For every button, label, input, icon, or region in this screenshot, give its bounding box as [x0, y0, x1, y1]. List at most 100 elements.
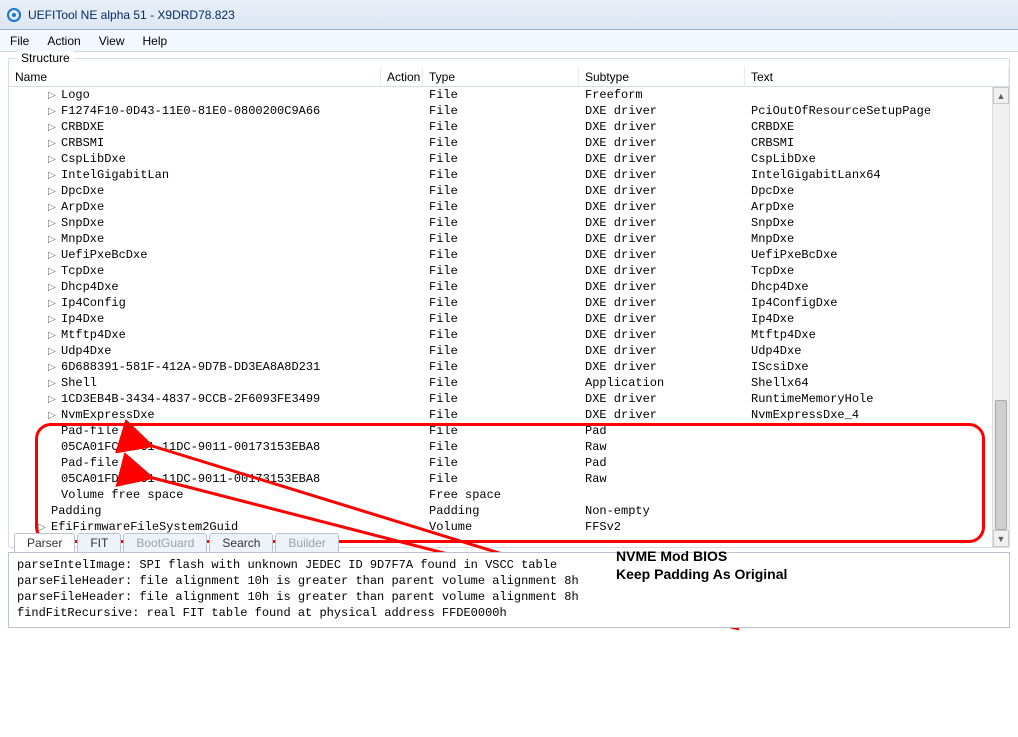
expand-icon[interactable]: ▷	[47, 186, 57, 197]
row-text: CspLibDxe	[745, 152, 1009, 166]
table-row[interactable]: ▷Mtftp4DxeFileDXE driverMtftp4Dxe	[9, 327, 1009, 343]
table-row[interactable]: ▷SnpDxeFileDXE driverSnpDxe	[9, 215, 1009, 231]
row-text: Ip4Dxe	[745, 312, 1009, 326]
expand-icon[interactable]: ▷	[47, 122, 57, 133]
row-subtype: DXE driver	[579, 360, 745, 374]
expand-icon[interactable]: ▷	[47, 410, 57, 421]
table-row[interactable]: ▷UefiPxeBcDxeFileDXE driverUefiPxeBcDxe	[9, 247, 1009, 263]
tab-bootguard[interactable]: BootGuard	[123, 533, 207, 552]
col-action[interactable]: Action	[381, 67, 423, 86]
col-type[interactable]: Type	[423, 67, 579, 86]
expand-icon[interactable]: ▷	[47, 250, 57, 261]
table-row[interactable]: ▷IntelGigabitLanFileDXE driverIntelGigab…	[9, 167, 1009, 183]
table-row[interactable]: ▷CRBDXEFileDXE driverCRBDXE	[9, 119, 1009, 135]
row-type: File	[423, 312, 579, 326]
row-subtype: DXE driver	[579, 152, 745, 166]
row-name: Logo	[61, 88, 90, 102]
expand-icon[interactable]: ▷	[47, 282, 57, 293]
expand-icon[interactable]: ▷	[47, 138, 57, 149]
row-name: CRBSMI	[61, 136, 104, 150]
row-name: 05CA01FC-0FC1-11DC-9011-00173153EBA8	[61, 440, 320, 454]
expand-icon[interactable]: ▷	[47, 106, 57, 117]
row-name: Pad-file	[61, 456, 119, 470]
expand-icon[interactable]: ▷	[47, 362, 57, 373]
menu-file[interactable]: File	[10, 34, 29, 48]
vertical-scrollbar[interactable]: ▲ ▼	[992, 87, 1009, 547]
table-row[interactable]: ▷Udp4DxeFileDXE driverUdp4Dxe	[9, 343, 1009, 359]
col-name[interactable]: Name	[9, 67, 381, 86]
table-row[interactable]: ▷F1274F10-0D43-11E0-81E0-0800200C9A66Fil…	[9, 103, 1009, 119]
expand-icon[interactable]: ▷	[47, 346, 57, 357]
table-row[interactable]: ▷Ip4ConfigFileDXE driverIp4ConfigDxe	[9, 295, 1009, 311]
bottom-tabs: Parser FIT BootGuard Search Builder	[8, 530, 1010, 552]
table-row[interactable]: ▷TcpDxeFileDXE driverTcpDxe	[9, 263, 1009, 279]
table-row[interactable]: ▷Ip4DxeFileDXE driverIp4Dxe	[9, 311, 1009, 327]
expand-icon[interactable]: ▷	[47, 314, 57, 325]
table-row[interactable]: ▷MnpDxeFileDXE driverMnpDxe	[9, 231, 1009, 247]
row-name: Dhcp4Dxe	[61, 280, 119, 294]
table-row[interactable]: Pad-fileFilePad	[9, 423, 1009, 439]
expand-icon[interactable]: ▷	[47, 218, 57, 229]
table-row[interactable]: 05CA01FC-0FC1-11DC-9011-00173153EBA8File…	[9, 439, 1009, 455]
structure-panel: Structure Name Action Type Subtype Text …	[0, 52, 1018, 548]
table-row[interactable]: PaddingPaddingNon-empty	[9, 503, 1009, 519]
menu-view[interactable]: View	[99, 34, 125, 48]
table-row[interactable]: ▷CspLibDxeFileDXE driverCspLibDxe	[9, 151, 1009, 167]
expand-icon[interactable]: ▷	[47, 170, 57, 181]
expand-icon[interactable]: ▷	[47, 330, 57, 341]
menu-action[interactable]: Action	[47, 34, 80, 48]
expand-icon[interactable]: ▷	[47, 154, 57, 165]
row-type: File	[423, 168, 579, 182]
row-name: CRBDXE	[61, 120, 104, 134]
row-subtype: Freeform	[579, 88, 745, 102]
menu-help[interactable]: Help	[143, 34, 168, 48]
row-name: NvmExpressDxe	[61, 408, 155, 422]
table-row[interactable]: ▷NvmExpressDxeFileDXE driverNvmExpressDx…	[9, 407, 1009, 423]
tab-builder[interactable]: Builder	[275, 533, 338, 552]
table-row[interactable]: ▷DpcDxeFileDXE driverDpcDxe	[9, 183, 1009, 199]
row-subtype: DXE driver	[579, 216, 745, 230]
row-name: 6D688391-581F-412A-9D7B-DD3EA8A8D231	[61, 360, 320, 374]
window-title: UEFITool NE alpha 51 - X9DRD78.823	[28, 8, 235, 22]
tab-fit[interactable]: FIT	[77, 533, 121, 552]
row-subtype: DXE driver	[579, 120, 745, 134]
expand-icon[interactable]: ▷	[47, 266, 57, 277]
row-text: SnpDxe	[745, 216, 1009, 230]
parser-line: parseIntelImage: SPI flash with unknown …	[17, 557, 1001, 573]
row-type: File	[423, 456, 579, 470]
expand-icon[interactable]: ▷	[47, 202, 57, 213]
tab-parser[interactable]: Parser	[14, 533, 75, 552]
table-row[interactable]: ▷ArpDxeFileDXE driverArpDxe	[9, 199, 1009, 215]
col-subtype[interactable]: Subtype	[579, 67, 745, 86]
table-row[interactable]: Pad-fileFilePad	[9, 455, 1009, 471]
row-name: UefiPxeBcDxe	[61, 248, 147, 262]
table-row[interactable]: ▷LogoFileFreeform	[9, 87, 1009, 103]
row-subtype: DXE driver	[579, 408, 745, 422]
row-name: Volume free space	[61, 488, 183, 502]
col-text[interactable]: Text	[745, 67, 1009, 86]
scroll-up-button[interactable]: ▲	[993, 87, 1009, 104]
parser-output[interactable]: parseIntelImage: SPI flash with unknown …	[8, 552, 1010, 628]
table-row[interactable]: 05CA01FD-0FC1-11DC-9011-00173153EBA8File…	[9, 471, 1009, 487]
row-subtype: DXE driver	[579, 200, 745, 214]
expand-icon[interactable]: ▷	[47, 90, 57, 101]
table-body[interactable]: ▷ Logo File Freeform▷F1274F10-0D43-11E0-81E…	[9, 87, 1009, 535]
expand-icon[interactable]: ▷	[47, 234, 57, 245]
row-type: File	[423, 472, 579, 486]
table-row[interactable]: ▷CRBSMIFileDXE driverCRBSMI	[9, 135, 1009, 151]
scroll-track[interactable]	[993, 104, 1009, 530]
row-type: File	[423, 120, 579, 134]
structure-label: Structure	[17, 51, 74, 65]
scroll-thumb[interactable]	[995, 400, 1007, 530]
table-row[interactable]: ▷1CD3EB4B-3434-4837-9CCB-2F6093FE3499Fil…	[9, 391, 1009, 407]
table-row[interactable]: Volume free spaceFree space	[9, 487, 1009, 503]
expand-icon[interactable]: ▷	[47, 394, 57, 405]
row-subtype: DXE driver	[579, 264, 745, 278]
table-row[interactable]: ▷Dhcp4DxeFileDXE driverDhcp4Dxe	[9, 279, 1009, 295]
tab-search[interactable]: Search	[209, 533, 273, 552]
expand-icon[interactable]: ▷	[47, 298, 57, 309]
table-row[interactable]: ▷ShellFileApplicationShellx64	[9, 375, 1009, 391]
table-row[interactable]: ▷6D688391-581F-412A-9D7B-DD3EA8A8D231Fil…	[9, 359, 1009, 375]
expand-icon[interactable]: ▷	[47, 378, 57, 389]
row-subtype: DXE driver	[579, 184, 745, 198]
